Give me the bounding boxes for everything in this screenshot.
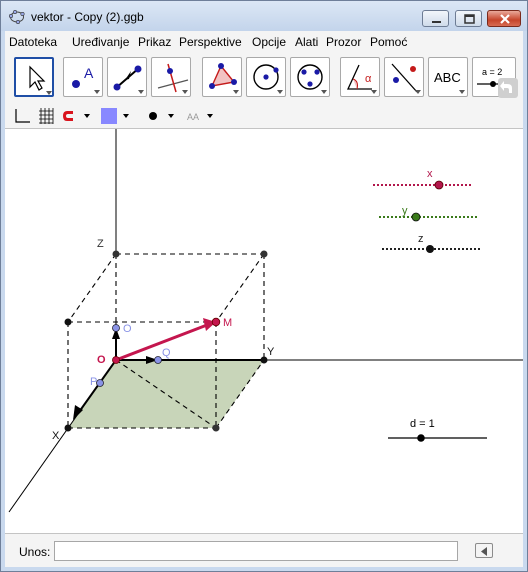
point-p[interactable]	[96, 379, 104, 387]
label-origin: O	[97, 354, 106, 366]
restore-icon	[464, 14, 475, 24]
menu-datoteka[interactable]: Datoteka	[9, 35, 57, 49]
color-picker-icon[interactable]	[100, 108, 132, 124]
point-tool-button[interactable]: A	[63, 57, 103, 97]
minimize-button[interactable]	[422, 10, 449, 27]
graphics-view[interactable]: Z Y X O O Q P M x y z d = 1	[5, 129, 523, 533]
menu-opcije[interactable]: Opcije	[252, 35, 286, 49]
perpendicular-icon	[157, 63, 189, 94]
svg-text:ABC: ABC	[434, 70, 461, 85]
reflect-icon	[391, 63, 421, 94]
point-capturing-icon[interactable]	[62, 108, 92, 124]
menu-pomoc[interactable]: Pomoć	[370, 35, 407, 49]
input-help-button[interactable]	[475, 543, 493, 558]
slider-z-label: z	[418, 233, 424, 245]
input-label: Unos:	[19, 545, 51, 559]
graphics-canvas[interactable]: Z Y X O O Q P M x y z d = 1	[5, 129, 523, 533]
text-tool-button[interactable]: ABC	[428, 57, 468, 97]
close-icon	[500, 14, 510, 24]
text-icon: ABC	[434, 70, 465, 94]
perpendicular-line-tool-button[interactable]	[151, 57, 191, 97]
conic-tool-button[interactable]	[290, 57, 330, 97]
restore-button[interactable]	[455, 10, 482, 27]
label-point-o: O	[123, 323, 132, 335]
angle-icon: α	[346, 64, 377, 94]
slider-x-knob[interactable]	[434, 180, 444, 190]
style-bar: AA	[5, 103, 523, 129]
point-o-blue[interactable]	[112, 324, 120, 332]
label-point-q: Q	[162, 347, 171, 359]
tool-bar: A α ABC a = 2	[5, 53, 523, 103]
conic-icon	[297, 64, 327, 94]
app-window: vektor - Copy (2).ggb Datoteka Uređivanj…	[0, 0, 528, 572]
point-q[interactable]	[154, 356, 162, 364]
move-arrow-icon	[29, 65, 52, 95]
slider-d-label: d = 1	[410, 418, 435, 430]
point-top-z[interactable]	[112, 250, 120, 258]
point-top-corner[interactable]	[260, 250, 268, 258]
svg-text:AA: AA	[187, 112, 199, 122]
vector-icon	[113, 65, 144, 94]
point-origin[interactable]	[112, 356, 120, 364]
point-xy-corner[interactable]	[212, 424, 220, 432]
menu-uredivanje[interactable]: Uređivanje	[72, 35, 129, 49]
svg-text:a = 2: a = 2	[482, 67, 502, 77]
label-x-axis: X	[52, 430, 60, 442]
menu-alati[interactable]: Alati	[295, 35, 318, 49]
point-icon: A	[72, 65, 100, 94]
label-point-p: P	[90, 376, 97, 388]
svg-text:A: A	[84, 65, 94, 81]
slider-z-knob[interactable]	[426, 245, 434, 253]
point-style-icon[interactable]	[146, 108, 178, 124]
svg-text:α: α	[365, 73, 372, 85]
input-field[interactable]	[54, 541, 458, 561]
close-button[interactable]	[487, 10, 521, 27]
point-x[interactable]	[64, 424, 72, 432]
reflect-tool-button[interactable]	[384, 57, 424, 97]
menu-bar: Datoteka Uređivanje Prikaz Perspektive O…	[5, 31, 523, 53]
label-z-axis: Z	[97, 238, 104, 250]
title-bar: vektor - Copy (2).ggb	[1, 1, 527, 31]
label-y-axis: Y	[267, 346, 275, 358]
slider-y-knob[interactable]	[411, 212, 421, 222]
input-bar: Unos:	[5, 533, 523, 567]
move-tool-button[interactable]	[14, 57, 54, 97]
slider-x-label: x	[427, 168, 433, 180]
circle-icon	[253, 64, 283, 94]
polygon-tool-button[interactable]	[202, 57, 242, 97]
show-axes-icon[interactable]	[13, 108, 31, 124]
undo-icon[interactable]	[498, 78, 518, 98]
menu-prozor[interactable]: Prozor	[326, 35, 361, 49]
vector-tool-button[interactable]	[107, 57, 147, 97]
angle-tool-button[interactable]: α	[340, 57, 380, 97]
window-title: vektor - Copy (2).ggb	[31, 10, 144, 24]
menu-perspektive[interactable]: Perspektive	[179, 35, 242, 49]
circle-tool-button[interactable]	[246, 57, 286, 97]
label-style-icon[interactable]: AA	[186, 108, 218, 124]
menu-prikaz[interactable]: Prikaz	[138, 35, 171, 49]
slider-y-label: y	[402, 205, 408, 217]
minimize-icon	[432, 21, 441, 23]
geogebra-app-icon	[9, 9, 25, 25]
slider-d-knob[interactable]	[417, 434, 425, 442]
point-mid-left[interactable]	[64, 318, 72, 326]
show-grid-icon[interactable]	[38, 108, 54, 124]
keyboard-toggle-icon	[481, 547, 487, 556]
xy-plane-fill	[68, 360, 264, 428]
label-point-m: M	[223, 317, 232, 329]
point-m[interactable]	[211, 317, 221, 327]
polygon-icon	[209, 63, 239, 94]
